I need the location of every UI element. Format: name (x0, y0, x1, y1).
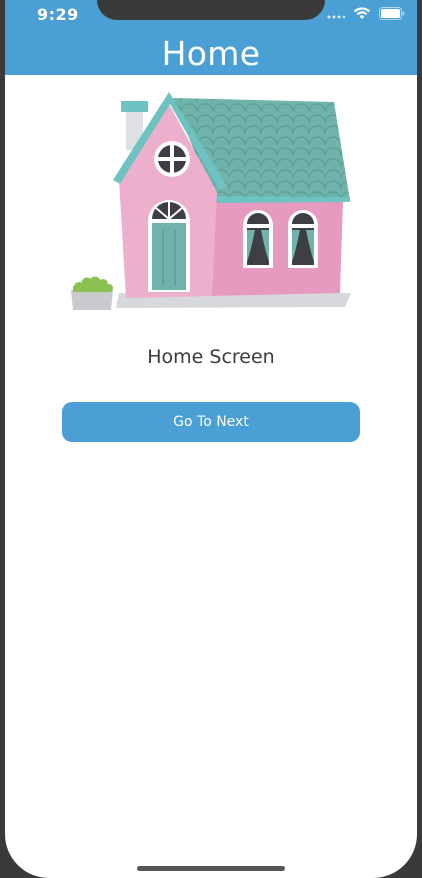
battery-icon (379, 7, 405, 25)
status-time: 9:29 (37, 5, 79, 24)
navigation-header: 9:29 Home (5, 0, 417, 75)
house-illustration (69, 90, 354, 315)
signal-dots-icon (327, 7, 346, 25)
go-to-next-button[interactable]: Go To Next (62, 402, 360, 442)
wifi-icon (353, 7, 371, 25)
device-notch (97, 0, 325, 20)
device-frame: 9:29 Home Home Screen Go To Next (0, 0, 422, 878)
home-indicator[interactable] (137, 866, 285, 871)
screen-subtitle: Home Screen (147, 346, 275, 368)
page-title: Home (161, 34, 261, 73)
status-icons (327, 7, 405, 25)
app-screen: 9:29 Home Home Screen Go To Next (5, 0, 417, 878)
